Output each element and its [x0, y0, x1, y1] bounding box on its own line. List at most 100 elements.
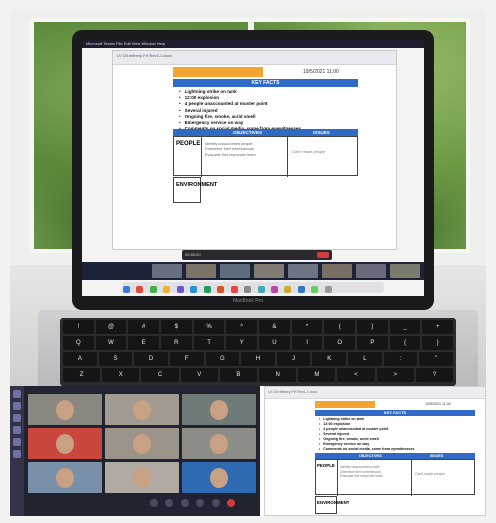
key[interactable]: Y: [226, 336, 258, 350]
orange-header-cell: [173, 67, 233, 77]
hang-up-icon[interactable]: [227, 499, 236, 507]
participant-tile[interactable]: [152, 264, 182, 278]
key[interactable]: X: [102, 368, 140, 382]
key[interactable]: E: [128, 336, 160, 350]
key[interactable]: *: [291, 320, 323, 334]
participants-icon[interactable]: [211, 499, 220, 507]
teams-icon[interactable]: [13, 414, 21, 422]
document-screenshot: LV Oil refinery FH Rev1.1.docx 19/5/2021…: [264, 386, 486, 516]
key[interactable]: (: [324, 320, 356, 334]
key[interactable]: @: [95, 320, 127, 334]
video-participant[interactable]: [182, 394, 256, 425]
key[interactable]: P: [357, 336, 388, 350]
participant-tile[interactable]: [322, 264, 352, 278]
video-participant[interactable]: [28, 428, 102, 459]
app-icon[interactable]: [257, 286, 265, 293]
files-icon[interactable]: [13, 450, 21, 458]
key-row: ! @ # $ % ^ & * ( ) _ +: [60, 318, 456, 334]
app-icon[interactable]: [244, 286, 252, 293]
key[interactable]: G: [205, 352, 240, 366]
key[interactable]: &: [259, 320, 290, 334]
participant-tile[interactable]: [356, 264, 386, 278]
key[interactable]: J: [276, 352, 311, 366]
bottom-margin: [0, 516, 496, 523]
finder-icon[interactable]: [123, 286, 130, 293]
people-issue: Can't reach people: [292, 149, 326, 154]
key[interactable]: T: [193, 336, 225, 350]
key[interactable]: S: [98, 352, 133, 366]
participant-face: [210, 400, 228, 420]
participant-tile[interactable]: [220, 264, 250, 278]
key[interactable]: <: [337, 368, 375, 382]
video-participant[interactable]: [28, 462, 102, 493]
participant-tile[interactable]: [254, 264, 284, 278]
teams-icon[interactable]: [176, 286, 184, 293]
key[interactable]: F: [169, 352, 204, 366]
app-icon[interactable]: [149, 286, 157, 293]
key[interactable]: I: [291, 336, 323, 350]
key[interactable]: V: [180, 368, 218, 382]
key[interactable]: D: [134, 352, 168, 366]
key[interactable]: Z: [63, 368, 101, 382]
video-participant[interactable]: [105, 394, 179, 425]
calendar-icon[interactable]: [13, 426, 21, 434]
participant-tile[interactable]: [390, 264, 420, 278]
excel-icon[interactable]: [203, 286, 211, 293]
key[interactable]: B: [219, 368, 258, 382]
activity-icon[interactable]: [13, 390, 21, 398]
mac-dock: [122, 282, 384, 293]
meeting-control-bar[interactable]: 02:40:20: [182, 250, 332, 260]
microphone-icon[interactable]: [165, 499, 174, 507]
key[interactable]: {: [389, 336, 421, 350]
more-icon[interactable]: [196, 499, 205, 507]
video-participant[interactable]: [28, 394, 102, 425]
app-icon[interactable]: [136, 286, 144, 293]
key[interactable]: L: [348, 352, 382, 366]
word-icon[interactable]: [190, 286, 198, 293]
key[interactable]: R: [161, 336, 192, 350]
key[interactable]: }: [422, 336, 454, 350]
key[interactable]: M: [298, 368, 336, 382]
video-participant[interactable]: [105, 428, 179, 459]
key[interactable]: $: [161, 320, 192, 334]
video-participant[interactable]: [182, 428, 256, 459]
key[interactable]: :: [383, 352, 418, 366]
app-icon[interactable]: [297, 286, 305, 293]
app-icon[interactable]: [311, 286, 319, 293]
key[interactable]: U: [259, 336, 290, 350]
trash-icon[interactable]: [324, 286, 332, 293]
chat-icon[interactable]: [13, 402, 21, 410]
calls-icon[interactable]: [13, 438, 21, 446]
key[interactable]: K: [312, 352, 347, 366]
key[interactable]: %: [193, 320, 225, 334]
key[interactable]: H: [241, 352, 275, 366]
key[interactable]: C: [141, 368, 179, 382]
app-icon[interactable]: [270, 286, 278, 293]
key[interactable]: +: [422, 320, 454, 334]
app-icon[interactable]: [284, 286, 292, 293]
video-participant[interactable]: [105, 462, 179, 493]
participant-tile[interactable]: [186, 264, 216, 278]
share-icon[interactable]: [180, 499, 189, 507]
leave-call-button[interactable]: [317, 252, 329, 258]
key[interactable]: ": [419, 352, 454, 366]
key[interactable]: Q: [63, 336, 94, 350]
key[interactable]: A: [63, 352, 97, 366]
key[interactable]: N: [259, 368, 297, 382]
key[interactable]: _: [389, 320, 421, 334]
participant-tile[interactable]: [288, 264, 318, 278]
key[interactable]: ?: [415, 368, 454, 382]
app-icon[interactable]: [163, 286, 171, 293]
powerpoint-icon[interactable]: [217, 286, 225, 293]
key[interactable]: !: [63, 320, 94, 334]
key[interactable]: #: [128, 320, 160, 334]
video-participant[interactable]: [182, 462, 256, 493]
laptop-brand-label: MacBook Pro: [232, 298, 263, 304]
key[interactable]: >: [376, 368, 414, 382]
key[interactable]: O: [324, 336, 356, 350]
key[interactable]: ): [357, 320, 388, 334]
key[interactable]: W: [95, 336, 127, 350]
key[interactable]: ^: [226, 320, 258, 334]
app-icon[interactable]: [230, 286, 238, 293]
camera-icon[interactable]: [150, 499, 158, 507]
